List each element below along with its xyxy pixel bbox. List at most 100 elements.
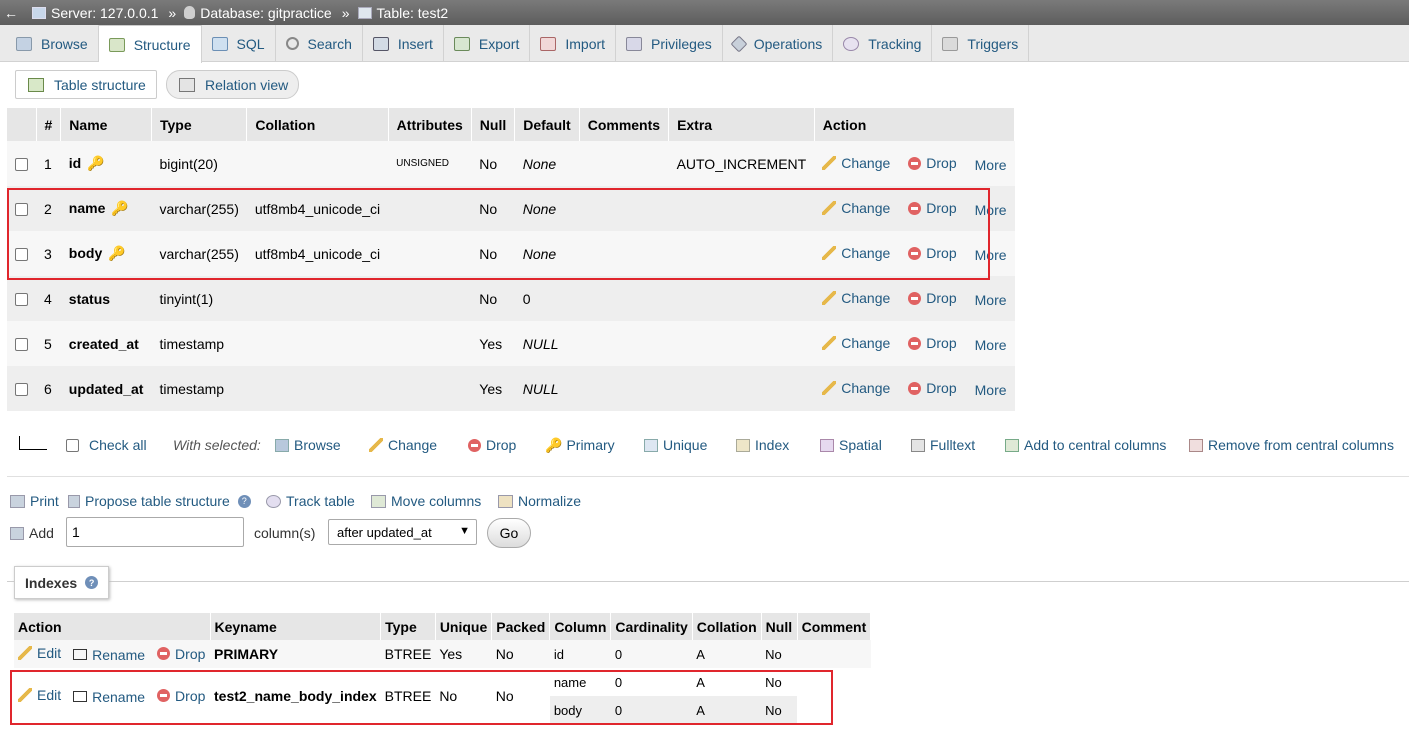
tab-structure[interactable]: Structure	[98, 25, 202, 63]
more-link[interactable]: More	[975, 382, 1007, 398]
index-type: BTREE	[380, 640, 436, 668]
table-structure-icon	[28, 77, 44, 92]
drop-link[interactable]: Drop	[908, 200, 957, 216]
bulk-spatial[interactable]: Spatial	[820, 437, 882, 453]
tab-sql[interactable]: SQL	[202, 25, 276, 62]
tab-browse[interactable]: Browse	[6, 25, 99, 62]
row-checkbox[interactable]	[15, 203, 28, 217]
rename-link[interactable]: Rename	[73, 689, 145, 705]
drop-icon	[468, 438, 481, 452]
row-checkbox[interactable]	[15, 293, 28, 307]
normalize-link[interactable]: Normalize	[498, 493, 581, 509]
bulk-index[interactable]: Index	[736, 437, 789, 453]
row-select[interactable]	[7, 231, 36, 276]
drop-link[interactable]: Drop	[157, 688, 205, 704]
bulk-browse[interactable]: Browse	[275, 437, 341, 453]
row-checkbox[interactable]	[15, 338, 28, 352]
edit-link[interactable]: Edit	[18, 687, 61, 703]
propose-structure-link[interactable]: Propose table structure?	[68, 493, 251, 509]
database-icon	[184, 6, 196, 19]
bulk-primary[interactable]: 🔑 Primary	[545, 437, 615, 454]
more-link[interactable]: More	[975, 202, 1007, 218]
change-link[interactable]: Change	[822, 245, 890, 261]
move-columns-link[interactable]: Move columns	[371, 493, 481, 509]
tab-import[interactable]: Import	[530, 25, 617, 62]
bulk-add-central[interactable]: Add to central columns	[1005, 437, 1166, 453]
bulk-unique[interactable]: Unique	[644, 437, 707, 453]
tab-tracking[interactable]: Tracking	[833, 25, 933, 62]
help-icon[interactable]: ?	[237, 494, 251, 508]
edit-label: Edit	[37, 687, 62, 703]
drop-link[interactable]: Drop	[908, 155, 957, 171]
more-link[interactable]: More	[975, 292, 1007, 308]
subtab-relation-view[interactable]: Relation view	[166, 70, 300, 99]
row-select[interactable]	[7, 141, 36, 186]
row-select[interactable]	[7, 276, 36, 321]
tab-label: Import	[565, 35, 606, 52]
more-link[interactable]: More	[975, 247, 1007, 263]
change-link[interactable]: Change	[822, 200, 890, 216]
drop-icon	[908, 336, 922, 350]
column-position-select[interactable]: after updated_at ▼	[328, 519, 477, 545]
header-null: Null	[471, 108, 516, 141]
more-link[interactable]: More	[975, 337, 1007, 353]
breadcrumb-database[interactable]: Database: gitpractice	[184, 5, 332, 21]
breadcrumb-separator: »	[341, 4, 350, 21]
row-null: Yes	[471, 366, 515, 411]
bulk-fulltext[interactable]: Fulltext	[911, 437, 975, 453]
bulk-drop[interactable]: Drop	[468, 437, 516, 453]
check-all[interactable]: Check all	[66, 437, 147, 453]
breadcrumb-separator: »	[168, 4, 177, 21]
tab-triggers[interactable]: Triggers	[932, 25, 1030, 62]
change-link[interactable]: Change	[822, 335, 890, 351]
more-link[interactable]: More	[975, 157, 1007, 173]
rename-label: Rename	[92, 688, 146, 705]
drop-link[interactable]: Drop	[908, 335, 957, 351]
edit-link[interactable]: Edit	[18, 645, 61, 661]
tab-privileges[interactable]: Privileges	[616, 25, 723, 62]
bulk-remove-central[interactable]: Remove from central columns	[1189, 437, 1394, 453]
drop-link[interactable]: Drop	[157, 646, 205, 662]
breadcrumb-table[interactable]: Table: test2	[357, 5, 448, 21]
rename-link[interactable]: Rename	[73, 647, 145, 663]
tab-operations[interactable]: Operations	[723, 25, 834, 62]
row-select[interactable]	[7, 366, 36, 411]
help-icon[interactable]: ?	[85, 576, 99, 589]
tab-search[interactable]: Search	[276, 25, 363, 62]
go-button[interactable]: Go	[487, 518, 531, 548]
drop-icon	[157, 647, 171, 660]
drop-link[interactable]: Drop	[908, 380, 957, 396]
row-select[interactable]	[7, 321, 36, 366]
with-selected-label: With selected:	[173, 437, 261, 453]
tab-insert[interactable]: Insert	[363, 25, 444, 62]
subtab-table-structure[interactable]: Table structure	[15, 70, 157, 99]
change-link[interactable]: Change	[822, 155, 890, 171]
column-count-input[interactable]: 1	[66, 517, 244, 547]
drop-link[interactable]: Drop	[908, 290, 957, 306]
check-all-checkbox[interactable]	[66, 438, 79, 452]
change-link[interactable]: Change	[822, 290, 890, 306]
import-icon	[540, 36, 557, 51]
print-link[interactable]: Print	[10, 493, 59, 509]
row-attributes	[388, 231, 472, 276]
row-comments	[579, 276, 669, 321]
row-checkbox[interactable]	[15, 383, 28, 397]
subtab-label: Table structure	[54, 76, 146, 93]
bulk-change[interactable]: Change	[369, 437, 437, 453]
back-arrow-icon[interactable]: ←	[4, 5, 18, 21]
row-checkbox[interactable]	[15, 248, 28, 262]
row-default: NULL	[514, 321, 580, 366]
row-select[interactable]	[7, 186, 36, 231]
eye-icon	[843, 36, 860, 51]
index-comment	[797, 640, 871, 668]
table-row: 3 body 🔑 varchar(255) utf8mb4_unicode_ci …	[7, 231, 1015, 276]
row-checkbox[interactable]	[15, 158, 28, 172]
breadcrumb-server[interactable]: Server: 127.0.0.1	[32, 5, 158, 21]
index-unique: Yes	[435, 640, 492, 668]
drop-link[interactable]: Drop	[908, 245, 957, 261]
change-link[interactable]: Change	[822, 380, 890, 396]
tab-export[interactable]: Export	[444, 25, 531, 62]
track-table-link[interactable]: Track table	[266, 493, 355, 509]
row-attributes	[388, 366, 472, 411]
row-name: name	[68, 200, 106, 216]
